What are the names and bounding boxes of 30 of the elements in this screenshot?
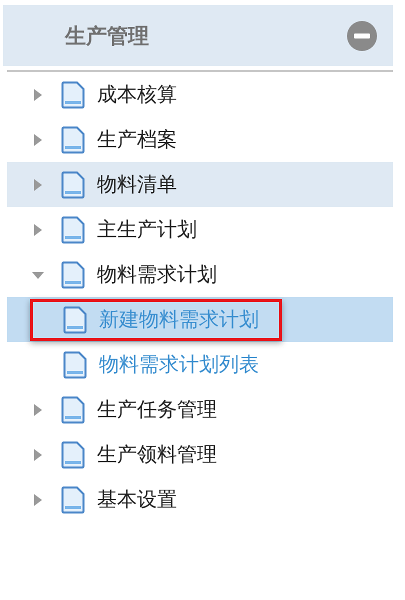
document-icon	[61, 260, 85, 288]
tree-subitem-label: 新建物料需求计划	[99, 306, 259, 333]
tree-item[interactable]: 生产任务管理	[7, 387, 393, 432]
tree-item[interactable]: 生产领料管理	[7, 432, 393, 477]
tree-item-label: 生产档案	[97, 126, 177, 153]
tree-item-label: 物料需求计划	[97, 261, 217, 288]
tree-item[interactable]: 基本设置	[7, 477, 393, 522]
collapse-icon[interactable]	[347, 20, 377, 50]
document-icon	[61, 216, 85, 244]
document-icon	[63, 306, 87, 334]
tree-item[interactable]: 生产档案	[7, 117, 393, 162]
document-icon	[61, 486, 85, 514]
document-icon	[61, 80, 85, 108]
tree-item-label: 主生产计划	[97, 216, 197, 243]
document-icon	[61, 440, 85, 468]
document-icon	[63, 350, 87, 378]
panel-title: 生产管理	[65, 22, 149, 50]
tree-item-label: 生产任务管理	[97, 396, 217, 423]
tree-item[interactable]: 物料清单	[7, 162, 393, 207]
document-icon	[61, 170, 85, 198]
tree-item[interactable]: 主生产计划	[7, 207, 393, 252]
tree-item-label: 生产领料管理	[97, 441, 217, 468]
document-icon	[61, 126, 85, 154]
tree-item[interactable]: 成本核算	[7, 72, 393, 117]
tree-item-label: 成本核算	[97, 81, 177, 108]
tree-subitem-label: 物料需求计划列表	[99, 351, 259, 378]
tree-item-label: 基本设置	[97, 486, 177, 513]
tree-item-label: 物料清单	[97, 171, 177, 198]
document-icon	[61, 396, 85, 424]
tree-item[interactable]: 物料需求计划	[7, 252, 393, 297]
